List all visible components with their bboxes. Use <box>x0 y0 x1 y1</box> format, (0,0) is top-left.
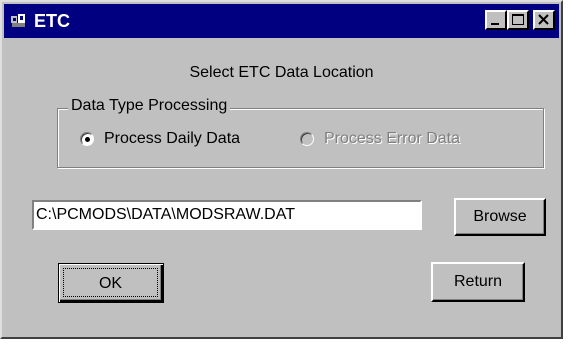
minimize-button[interactable] <box>485 10 507 30</box>
dialog-heading: Select ETC Data Location <box>189 64 374 81</box>
radio-unselected-icon <box>300 132 314 146</box>
app-icon <box>10 13 27 29</box>
minimize-icon <box>491 23 499 25</box>
maximize-icon <box>512 14 524 25</box>
return-button[interactable]: Return <box>431 262 525 302</box>
process-error-data-label: Process Error Data <box>324 130 461 147</box>
process-daily-data-label: Process Daily Data <box>104 130 241 147</box>
radio-selected-icon <box>80 132 94 146</box>
window-title: ETC <box>34 11 70 31</box>
close-button[interactable] <box>533 10 555 30</box>
maximize-button[interactable] <box>507 10 529 30</box>
data-location-path-input[interactable] <box>32 200 422 230</box>
browse-button[interactable]: Browse <box>454 198 546 236</box>
data-type-group-label: Data Type Processing <box>68 97 231 115</box>
etc-dialog-window: ETC Select ETC Data Location Data Type P… <box>0 0 563 339</box>
ok-button[interactable]: OK <box>58 263 164 303</box>
ok-button-label: OK <box>63 268 158 297</box>
close-icon <box>538 14 549 25</box>
title-bar[interactable]: ETC <box>4 4 559 38</box>
